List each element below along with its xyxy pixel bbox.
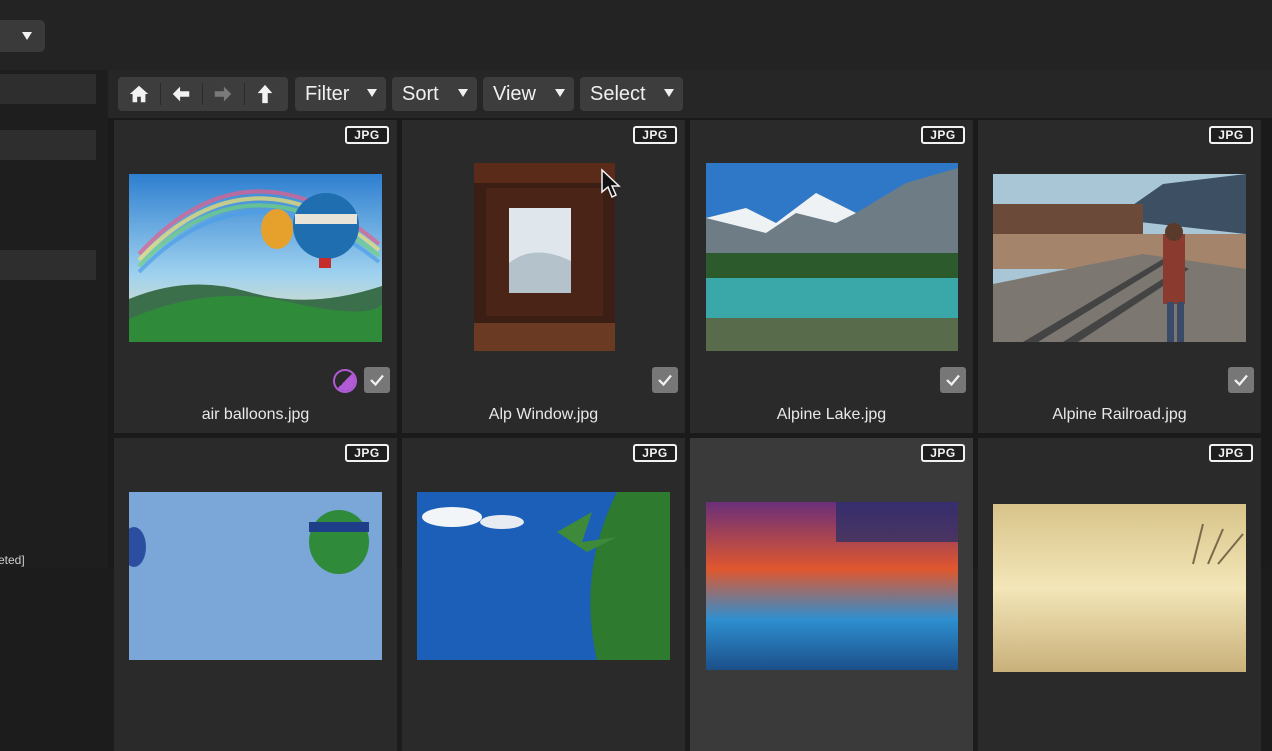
navigation-buttons xyxy=(118,77,288,111)
arrow-up-icon xyxy=(257,84,273,104)
view-button[interactable]: View xyxy=(483,77,574,111)
file-type-badge: JPG xyxy=(1209,126,1253,144)
file-type-badge: JPG xyxy=(345,126,389,144)
home-button[interactable] xyxy=(118,77,160,111)
file-name: air balloons.jpg xyxy=(201,406,310,423)
sidebar xyxy=(0,70,108,567)
file-type-badge: JPG xyxy=(921,126,965,144)
file-name: Alp Window.jpg xyxy=(488,406,599,423)
sort-label: Sort xyxy=(402,82,439,105)
arrow-left-icon xyxy=(172,86,190,102)
thumbnail-cell[interactable]: JPG Alp Window.jpg xyxy=(402,120,685,433)
mouse-cursor-icon xyxy=(601,168,621,199)
select-label: Select xyxy=(590,82,646,105)
forward-button[interactable] xyxy=(202,77,244,111)
file-type-badge: JPG xyxy=(921,444,965,462)
thumbnail-image xyxy=(993,174,1246,342)
thumbnail-cell[interactable]: JPG xyxy=(114,120,397,433)
up-button[interactable] xyxy=(244,77,286,111)
chevron-down-icon xyxy=(555,89,565,97)
select-checkbox[interactable] xyxy=(940,367,966,393)
thumbnail-cell[interactable]: JPG xyxy=(690,438,973,751)
thumbnail-image xyxy=(993,504,1246,672)
thumbnail-image xyxy=(129,174,382,342)
checkmark-icon xyxy=(658,374,672,387)
toolbar: Filter Sort View Select xyxy=(108,70,1272,118)
view-label: View xyxy=(493,82,536,105)
file-type-badge: JPG xyxy=(1209,444,1253,462)
checkmark-icon xyxy=(370,374,384,387)
file-name: Alpine Lake.jpg xyxy=(776,406,887,423)
chevron-down-icon xyxy=(458,89,468,97)
thumbnail-cell[interactable]: JPG Alpine Railroad.jpg xyxy=(978,120,1261,433)
select-button[interactable]: Select xyxy=(580,77,683,111)
chevron-down-icon xyxy=(664,89,674,97)
select-checkbox[interactable] xyxy=(652,367,678,393)
filter-label: Filter xyxy=(305,82,350,105)
back-button[interactable] xyxy=(160,77,202,111)
file-type-badge: JPG xyxy=(633,444,677,462)
sidebar-partial-text: eted] xyxy=(0,553,25,567)
thumbnail-image xyxy=(706,502,958,670)
thumbnail-cell[interactable]: JPG Alpine Lake.jpg xyxy=(690,120,973,433)
chevron-down-icon xyxy=(22,32,32,40)
thumbnail-grid: JPG air balloons.jpg JPG Alp Window.jpg … xyxy=(114,120,1272,751)
thumbnail-cell[interactable]: JPG xyxy=(402,438,685,751)
sidebar-item[interactable] xyxy=(0,130,96,160)
thumbnail-image xyxy=(474,163,615,351)
thumbnail-image xyxy=(129,492,382,660)
file-type-badge: JPG xyxy=(345,444,389,462)
sidebar-item[interactable] xyxy=(0,74,96,104)
arrow-right-icon xyxy=(214,86,232,102)
checkmark-icon xyxy=(1234,374,1248,387)
select-checkbox[interactable] xyxy=(1228,367,1254,393)
checkmark-icon xyxy=(946,374,960,387)
sidebar-item[interactable] xyxy=(0,250,96,280)
thumbnail-image xyxy=(706,163,958,351)
home-icon xyxy=(129,85,149,103)
top-bar xyxy=(0,0,1272,70)
chevron-down-icon xyxy=(367,89,377,97)
file-name: Alpine Railroad.jpg xyxy=(1052,406,1187,423)
color-label-icon[interactable] xyxy=(333,369,357,393)
sort-button[interactable]: Sort xyxy=(392,77,477,111)
top-dropdown[interactable] xyxy=(0,20,45,52)
file-type-badge: JPG xyxy=(633,126,677,144)
select-checkbox[interactable] xyxy=(364,367,390,393)
thumbnail-image xyxy=(417,492,670,660)
thumbnail-cell[interactable]: JPG xyxy=(114,438,397,751)
content-browser: Filter Sort View Select JPG air balloons… xyxy=(108,70,1272,751)
filter-button[interactable]: Filter xyxy=(295,77,386,111)
thumbnail-cell[interactable]: JPG xyxy=(978,438,1261,751)
